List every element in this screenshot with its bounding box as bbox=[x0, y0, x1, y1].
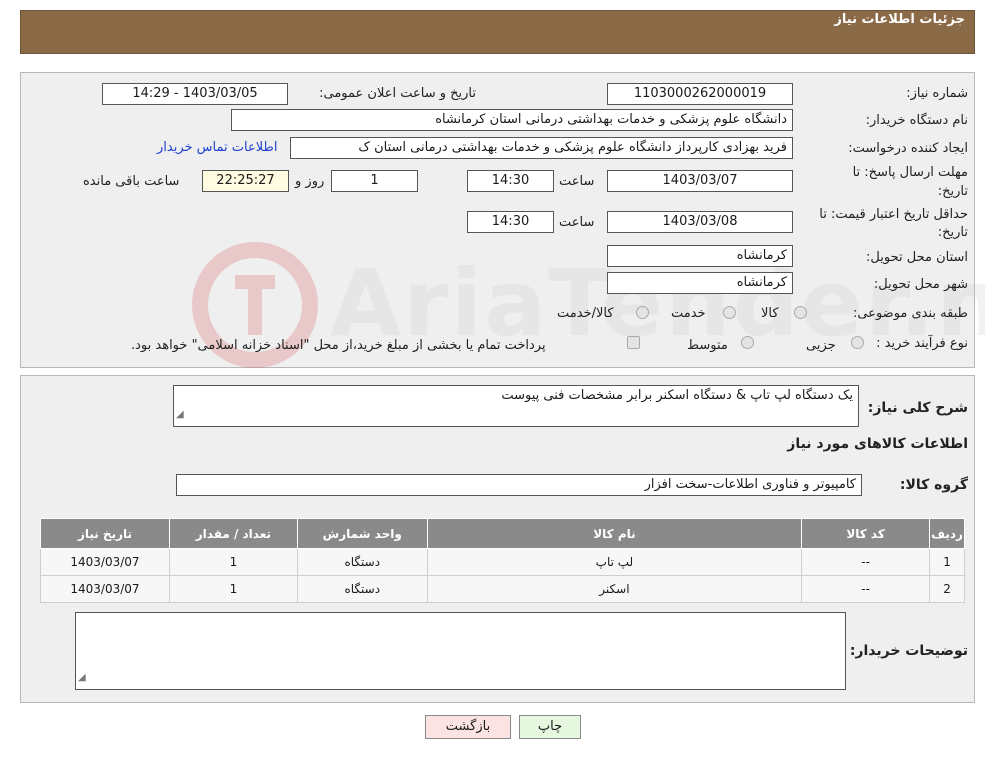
buyer-notes-label: توضیحات خریدار: bbox=[849, 643, 968, 659]
creator-field: فرید بهزادی کارپرداز دانشگاه علوم پزشکی … bbox=[290, 137, 793, 159]
cell-row: 2 bbox=[929, 575, 965, 603]
cell-name: اسکنر bbox=[426, 575, 803, 603]
buyer-field: دانشگاه علوم پزشکی و خدمات بهداشتی درمان… bbox=[231, 109, 793, 131]
process-medium-label: متوسط bbox=[687, 338, 728, 353]
col-row-header: ردیف bbox=[929, 518, 965, 549]
table-row: 1 -- لپ تاپ دستگاه 1 1403/03/07 bbox=[40, 548, 965, 576]
category-service-label: خدمت bbox=[671, 306, 706, 321]
days-label: روز و bbox=[295, 174, 325, 189]
city-field: کرمانشاه bbox=[607, 272, 793, 294]
category-goods-service-radio[interactable] bbox=[636, 306, 649, 319]
deadline-date-field: 1403/03/07 bbox=[607, 170, 793, 192]
print-button[interactable]: چاپ bbox=[519, 715, 581, 739]
need-number-label: شماره نیاز: bbox=[906, 86, 968, 101]
process-minor-label: جزیی bbox=[806, 338, 836, 353]
buyer-notes-field[interactable]: ◢ bbox=[75, 612, 846, 690]
table-row: 2 -- اسکنر دستگاه 1 1403/03/07 bbox=[40, 575, 965, 603]
announce-field: 1403/03/05 - 14:29 bbox=[102, 83, 288, 105]
cell-unit: دستگاه bbox=[296, 548, 428, 576]
col-name-header: نام کالا bbox=[426, 518, 803, 549]
back-button[interactable]: بازگشت bbox=[425, 715, 511, 739]
deadline-time-label: ساعت bbox=[559, 174, 595, 189]
process-note: پرداخت تمام یا بخشی از مبلغ خرید،از محل … bbox=[131, 338, 546, 353]
remaining-time-field: 22:25:27 bbox=[202, 170, 289, 192]
city-label: شهر محل تحویل: bbox=[873, 277, 968, 292]
buyer-contact-link[interactable]: اطلاعات تماس خریدار bbox=[157, 140, 277, 155]
process-label: نوع فرآیند خرید : bbox=[876, 336, 968, 351]
cell-row: 1 bbox=[929, 548, 965, 576]
deadline-time-field: 14:30 bbox=[467, 170, 554, 192]
goods-table-wrap: ردیف کد کالا نام کالا واحد شمارش تعداد /… bbox=[40, 518, 965, 603]
treasury-checkbox[interactable] bbox=[627, 336, 640, 349]
validity-time-label: ساعت bbox=[559, 215, 595, 230]
cell-code: -- bbox=[801, 575, 931, 603]
cell-date: 1403/03/07 bbox=[40, 548, 170, 576]
cell-code: -- bbox=[801, 548, 931, 576]
goods-group-label: گروه کالا: bbox=[899, 477, 968, 493]
validity-label: حداقل تاریخ اعتبار قیمت: تا bbox=[819, 207, 968, 222]
province-field: کرمانشاه bbox=[607, 245, 793, 267]
category-goods-radio[interactable] bbox=[794, 306, 807, 319]
validity-time-field: 14:30 bbox=[467, 211, 554, 233]
category-service-radio[interactable] bbox=[723, 306, 736, 319]
cell-unit: دستگاه bbox=[296, 575, 428, 603]
goods-table: ردیف کد کالا نام کالا واحد شمارش تعداد /… bbox=[40, 518, 965, 603]
process-medium-radio[interactable] bbox=[741, 336, 754, 349]
col-qty-header: تعداد / مقدار bbox=[168, 518, 298, 549]
col-code-header: کد کالا bbox=[801, 518, 931, 549]
buyer-label: نام دستگاه خریدار: bbox=[865, 113, 968, 128]
cell-qty: 1 bbox=[168, 548, 298, 576]
category-label: طبقه بندی موضوعی: bbox=[852, 306, 968, 321]
deadline-label-date: تاریخ: bbox=[937, 184, 968, 199]
page-title: جزئیات اطلاعات نیاز bbox=[834, 12, 965, 27]
deadline-label: مهلت ارسال پاسخ: تا bbox=[852, 165, 968, 180]
col-unit-header: واحد شمارش bbox=[296, 518, 428, 549]
col-date-header: تاریخ نیاز bbox=[40, 518, 170, 549]
remaining-time-label: ساعت باقی مانده bbox=[83, 174, 180, 189]
cell-qty: 1 bbox=[168, 575, 298, 603]
validity-label-date: تاریخ: bbox=[937, 225, 968, 240]
goods-group-field: کامپیوتر و فناوری اطلاعات-سخت افزار bbox=[176, 474, 862, 496]
goods-section-title: اطلاعات کالاهای مورد نیاز bbox=[787, 436, 968, 452]
days-field: 1 bbox=[331, 170, 418, 192]
need-number-field: 1103000262000019 bbox=[607, 83, 793, 105]
category-goods-service-label: کالا/خدمت bbox=[557, 306, 614, 321]
description-text: یک دستگاه لپ تاپ & دستگاه اسکنر برابر مش… bbox=[501, 388, 853, 403]
validity-date-field: 1403/03/08 bbox=[607, 211, 793, 233]
description-field[interactable]: یک دستگاه لپ تاپ & دستگاه اسکنر برابر مش… bbox=[173, 385, 859, 427]
process-minor-radio[interactable] bbox=[851, 336, 864, 349]
creator-label: ایجاد کننده درخواست: bbox=[848, 141, 968, 156]
resize-handle-icon[interactable]: ◢ bbox=[78, 668, 86, 688]
description-label: شرح کلی نیاز: bbox=[867, 400, 968, 416]
cell-name: لپ تاپ bbox=[426, 548, 803, 576]
announce-label: تاریخ و ساعت اعلان عمومی: bbox=[319, 86, 476, 101]
category-goods-label: کالا bbox=[761, 306, 779, 321]
table-header-row: ردیف کد کالا نام کالا واحد شمارش تعداد /… bbox=[40, 518, 965, 549]
page-header bbox=[20, 10, 975, 54]
province-label: استان محل تحویل: bbox=[866, 250, 968, 265]
cell-date: 1403/03/07 bbox=[40, 575, 170, 603]
resize-handle-icon[interactable]: ◢ bbox=[176, 405, 184, 425]
